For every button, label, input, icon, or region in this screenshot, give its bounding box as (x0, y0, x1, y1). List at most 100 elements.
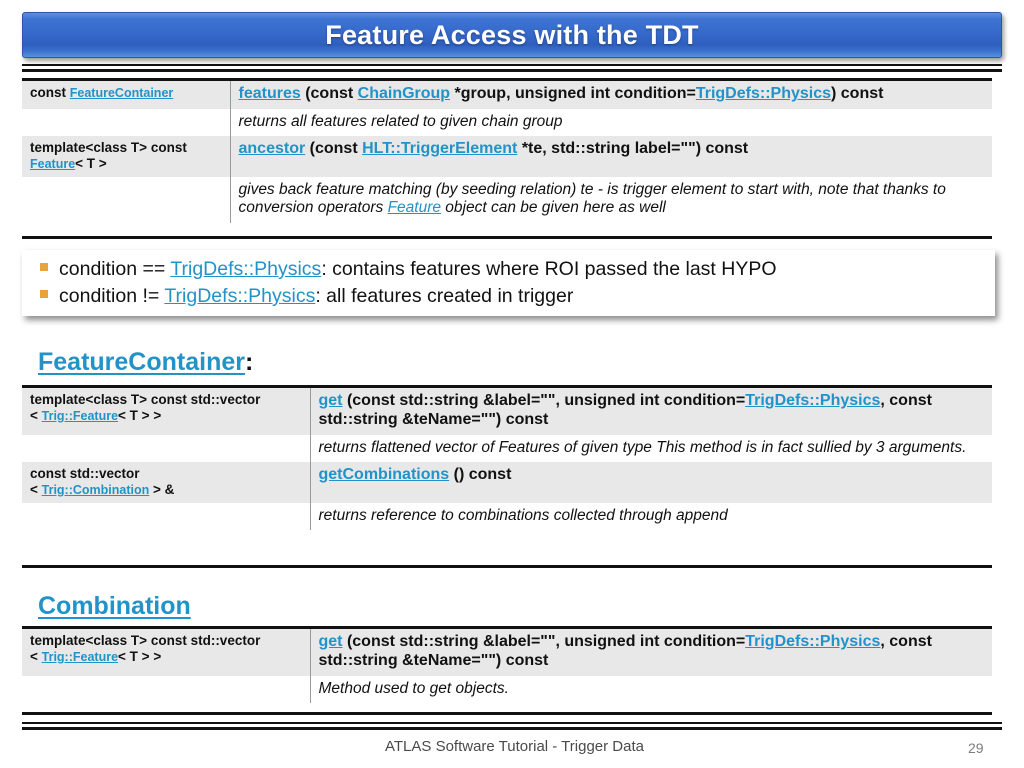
method-return-type-cell: template<class T> const Feature< T > (22, 136, 231, 177)
code-text: (const std::string &label="", unsigned i… (342, 392, 746, 409)
bullet-text-1: condition != TrigDefs::Physics: all feat… (59, 283, 573, 310)
footer-title: ATLAS Software Tutorial - Trigger Data (385, 738, 644, 755)
code-identifier-link[interactable]: Feature (30, 157, 75, 171)
code-text: template<class T> const std::vector (30, 633, 261, 648)
combination-table-body: template<class T> const std::vector < Tri… (22, 629, 992, 704)
code-text: const std::vector (30, 466, 140, 482)
code-text: < (30, 481, 42, 497)
code-identifier-link[interactable]: TrigDefs::Physics (745, 633, 880, 650)
code-text: returns flattened vector of Features of … (318, 438, 967, 456)
page-title: Feature Access with the TDT (325, 19, 699, 50)
code-text: > & (149, 481, 175, 497)
code-text: (const std::string &label="", unsigned i… (342, 633, 746, 650)
code-text: < T > > (118, 407, 162, 423)
method-description-cell: returns reference to combinations collec… (310, 502, 992, 531)
code-text: < (30, 407, 42, 423)
method-return-type-cell: const std::vector < Trig::Combination > & (22, 462, 311, 503)
table-row: returns reference to combinations collec… (22, 502, 992, 531)
table-row: const FeatureContainer features (const Ch… (22, 81, 992, 109)
code-text: : contains features where ROI passed the… (321, 258, 777, 280)
code-identifier-link[interactable]: getCombinations (319, 466, 450, 483)
code-identifier-link[interactable]: get (319, 392, 343, 409)
title-divider-upper (22, 64, 1002, 66)
code-identifier-link[interactable]: Trig::Feature (42, 650, 118, 664)
code-text: : all features created in trigger (315, 284, 574, 307)
footer-divider-upper (22, 722, 1002, 724)
table-row: template<class T> const Feature< T > ance… (22, 136, 992, 177)
combination-table-bottom-rule (22, 712, 992, 715)
code-text: (const (300, 85, 358, 102)
section-heading-suffix: : (244, 348, 254, 376)
feature-container-methods-table: template<class T> const std::vector < Tri… (22, 388, 992, 531)
table-row: gives back feature matching (by seeding … (22, 177, 992, 223)
code-identifier-link[interactable]: TrigDefs::Physics (170, 258, 321, 280)
code-text: returns reference to combinations collec… (318, 506, 728, 524)
list-item: condition == TrigDefs::Physics: contains… (22, 256, 995, 283)
code-text: const (30, 85, 70, 100)
code-text: ) const (831, 85, 884, 102)
empty-type-cell (22, 108, 231, 137)
table-row: returns all features related to given ch… (22, 108, 992, 137)
section-heading-combination: Combination (38, 592, 191, 621)
empty-type-cell (22, 502, 311, 531)
method-description-cell: returns flattened vector of Features of … (310, 434, 992, 463)
code-text: returns all features related to given ch… (238, 112, 563, 130)
code-text: condition != (59, 284, 165, 307)
method-description-cell: Method used to get objects. (310, 675, 992, 704)
section-heading-label: FeatureContainer (38, 348, 245, 376)
feature-container-table-body: template<class T> const std::vector < Tri… (22, 388, 992, 531)
code-text: template<class T> const std::vector (30, 392, 261, 407)
section-heading-feature-container: FeatureContainer: (38, 348, 253, 377)
square-bullet-icon (40, 289, 48, 298)
table-row: const std::vector < Trig::Combination > &… (22, 462, 992, 503)
code-text: () const (449, 466, 512, 484)
code-identifier-link[interactable]: ChainGroup (358, 85, 450, 102)
method-signature-cell: getCombinations () const (310, 462, 992, 503)
method-signature-cell: get (const std::string &label="", unsign… (310, 388, 992, 435)
code-identifier-link[interactable]: FeatureContainer (70, 86, 174, 100)
title-divider-lower (22, 69, 1002, 72)
code-identifier-link[interactable]: TrigDefs::Physics (745, 392, 880, 409)
method-signature-cell: get (const std::string &label="", unsign… (310, 629, 992, 676)
square-bullet-icon (40, 263, 48, 271)
method-signature-cell: features (const ChainGroup *group, unsig… (230, 81, 992, 109)
tdt-methods-table: const FeatureContainer features (const Ch… (22, 81, 992, 223)
code-identifier-link[interactable]: ancestor (239, 140, 306, 157)
code-identifier-link[interactable]: Trig::Combination (42, 483, 150, 497)
table-row: Method used to get objects. (22, 675, 992, 704)
tdt-table-bottom-rule (22, 236, 992, 239)
code-identifier-link[interactable]: Feature (388, 199, 441, 216)
empty-type-cell (22, 434, 311, 463)
bullet-text-0: condition == TrigDefs::Physics: contains… (59, 256, 777, 283)
method-return-type-cell: template<class T> const std::vector < Tri… (22, 388, 311, 435)
title-bar-fill: Feature Access with the TDT (22, 12, 1002, 58)
code-text: < (30, 648, 42, 664)
code-identifier-link[interactable]: TrigDefs::Physics (164, 285, 315, 307)
code-identifier-link[interactable]: features (239, 85, 301, 102)
footer-divider-lower (22, 727, 1002, 730)
code-identifier-link[interactable]: get (319, 633, 343, 650)
code-text: < T > (75, 156, 107, 172)
code-identifier-link[interactable]: HLT::TriggerElement (362, 140, 517, 157)
code-text: (const (305, 140, 363, 158)
list-item: condition != TrigDefs::Physics: all feat… (22, 283, 995, 310)
code-identifier-link[interactable]: TrigDefs::Physics (696, 85, 831, 102)
code-text: object can be given here as well (440, 199, 666, 217)
code-identifier-link[interactable]: Trig::Feature (42, 409, 118, 423)
table-row: template<class T> const std::vector < Tri… (22, 388, 992, 435)
feature-container-table-bottom-rule (22, 565, 992, 568)
tdt-table-body: const FeatureContainer features (const Ch… (22, 81, 992, 223)
table-row: template<class T> const std::vector < Tri… (22, 629, 992, 676)
empty-type-cell (22, 675, 311, 704)
table-row: returns flattened vector of Features of … (22, 434, 992, 463)
code-text: *group, unsigned int condition= (450, 85, 696, 102)
code-text: template<class T> const (30, 140, 187, 156)
method-signature-cell: ancestor (const HLT::TriggerElement *te,… (230, 136, 992, 177)
code-text: < T > > (118, 648, 162, 664)
page-number: 29 (968, 740, 984, 756)
empty-type-cell (22, 177, 231, 223)
method-description-cell: gives back feature matching (by seeding … (230, 177, 992, 223)
method-description-cell: returns all features related to given ch… (230, 108, 992, 137)
method-return-type-cell: const FeatureContainer (22, 81, 231, 109)
slide-title-banner: Feature Access with the TDT (22, 12, 1002, 58)
